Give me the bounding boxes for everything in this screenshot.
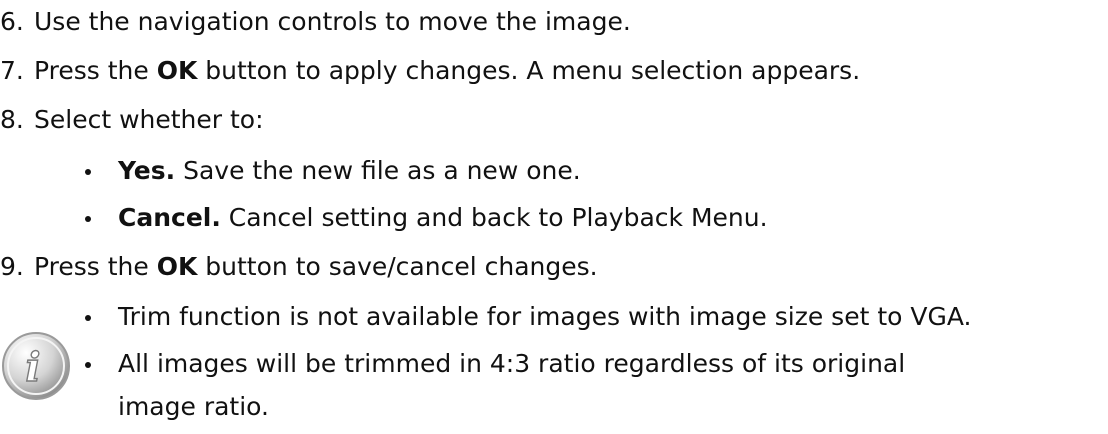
option-text: Cancel setting and back to Playback Menu… (220, 203, 768, 232)
bullet-dot-icon (85, 315, 91, 321)
step-number: 8. (0, 105, 24, 134)
step-7: 7. Press the OK button to apply changes. … (0, 56, 860, 86)
svg-text:i: i (25, 344, 40, 391)
option-yes: Yes. Save the new file as a new one. (118, 156, 581, 186)
note-2-continued: image ratio. (118, 392, 269, 422)
note-1: Trim function is not available for image… (118, 302, 971, 332)
note-text: Trim function is not available for image… (118, 302, 972, 331)
step-text: Select whether to: (34, 105, 264, 134)
step-number: 7. (0, 56, 24, 85)
bullet-dot-icon (85, 362, 91, 368)
step-number: 6. (0, 7, 24, 36)
step-number: 9. (0, 252, 24, 281)
note-text: All images will be trimmed in 4:3 ratio … (118, 349, 906, 378)
ok-keyword: OK (156, 252, 198, 281)
step-9: 9. Press the OK button to save/cancel cha… (0, 252, 598, 282)
note-2: All images will be trimmed in 4:3 ratio … (118, 349, 905, 379)
step-8: 8. Select whether to: (0, 105, 264, 135)
step-6: 6. Use the navigation controls to move th… (0, 7, 631, 37)
option-label: Cancel. (118, 203, 221, 232)
note-text: image ratio. (118, 392, 269, 421)
option-cancel: Cancel. Cancel setting and back to Playb… (118, 203, 768, 233)
step-text: button to save/cancel changes. (197, 252, 598, 281)
bullet-dot-icon (85, 216, 91, 222)
bullet-dot-icon (85, 169, 91, 175)
step-text: Press the (34, 56, 157, 85)
ok-keyword: OK (156, 56, 198, 85)
option-text: Save the new file as a new one. (175, 156, 581, 185)
info-note-icon: i (2, 332, 70, 400)
step-text: button to apply changes. A menu selectio… (197, 56, 861, 85)
option-label: Yes. (118, 156, 176, 185)
step-text: Use the navigation controls to move the … (34, 7, 631, 36)
step-text: Press the (34, 252, 157, 281)
